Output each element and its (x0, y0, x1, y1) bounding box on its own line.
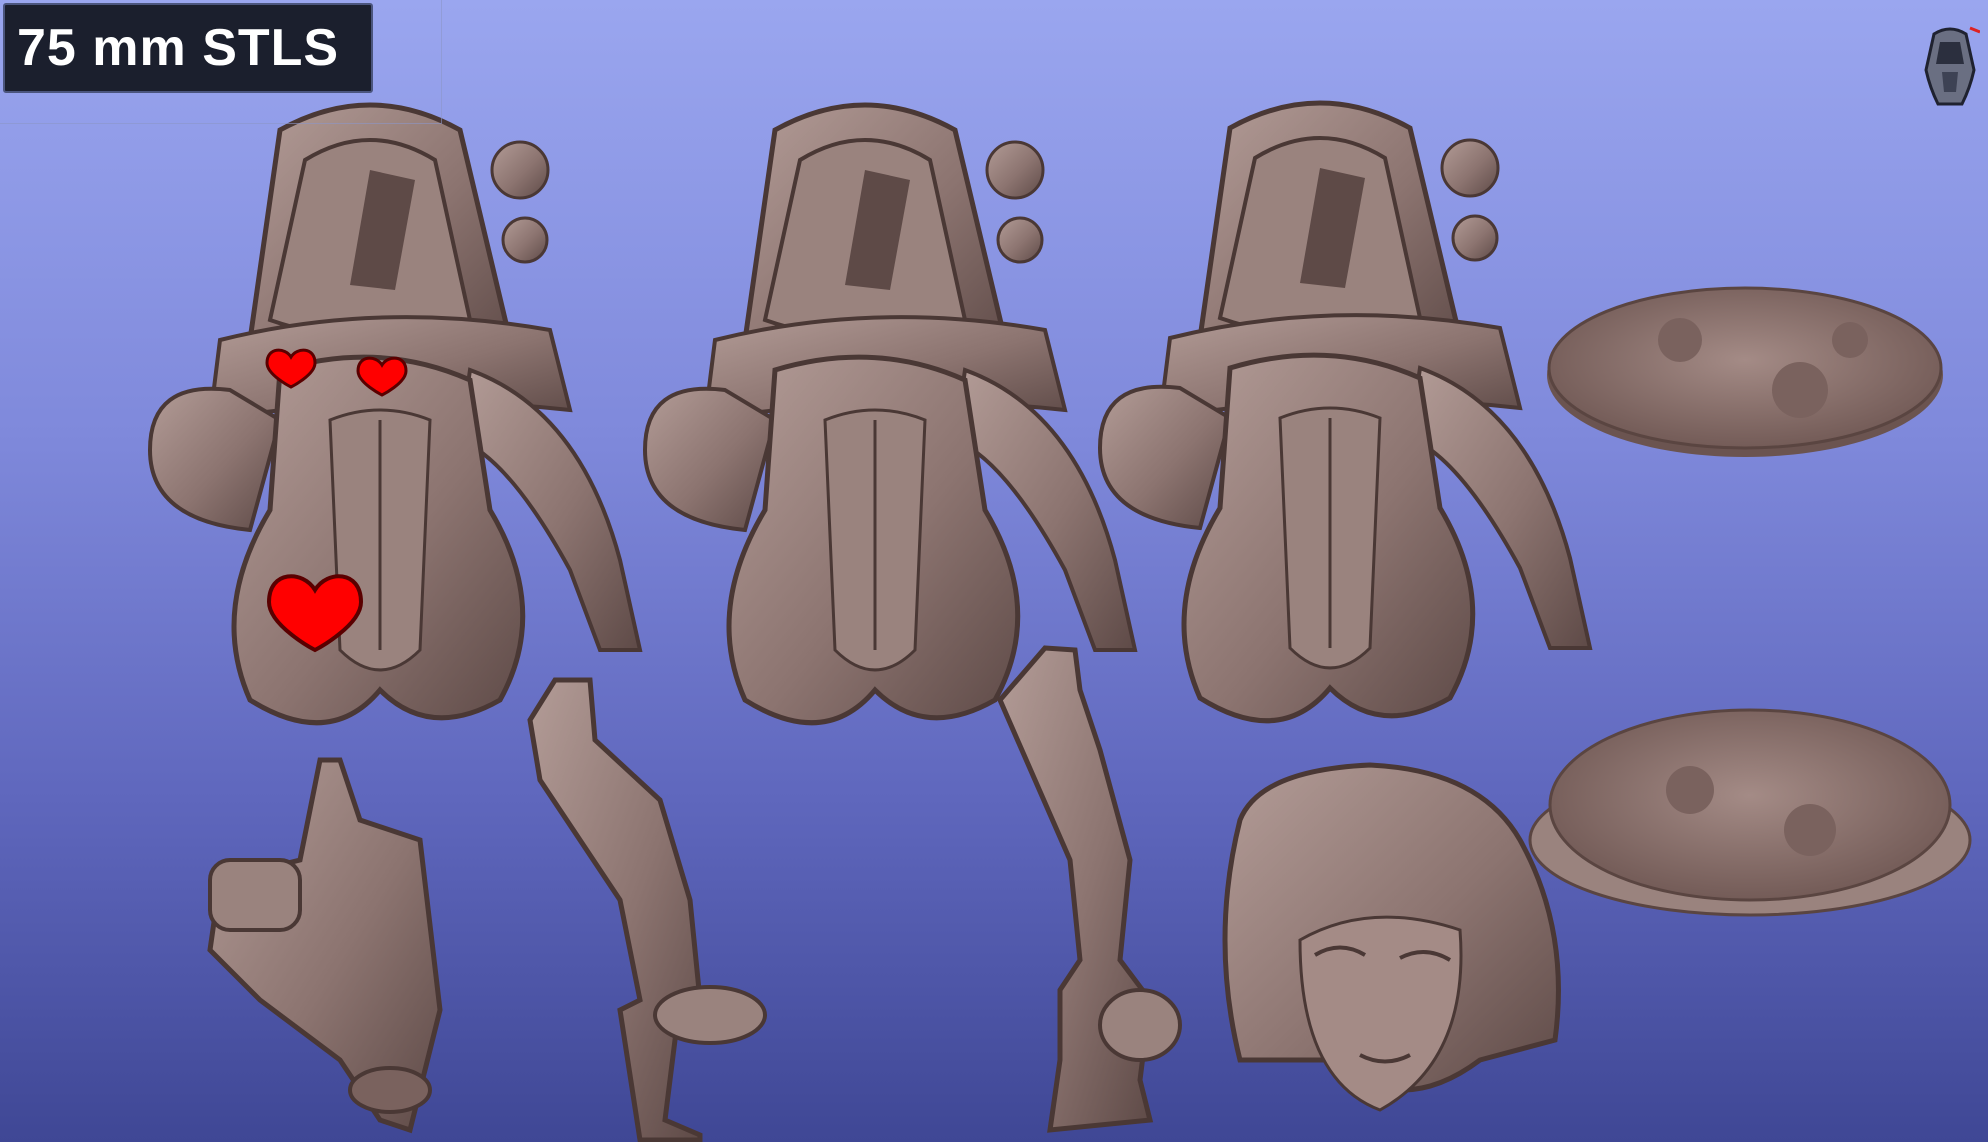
model-scene[interactable] (0, 0, 1988, 1142)
body-model-1[interactable] (150, 105, 640, 723)
head-orientation-icon[interactable] (1920, 26, 1981, 112)
title-label: 75 mm STLS (17, 19, 340, 77)
title-badge: 75 mm STLS (3, 3, 373, 93)
arm-weapon-model[interactable] (207, 757, 443, 1134)
head-model[interactable] (1222, 762, 1561, 1112)
3d-viewport[interactable]: 75 mm STLS (0, 0, 1988, 1142)
body-model-3[interactable] (1100, 103, 1590, 721)
base-model-angled[interactable] (1528, 708, 1972, 917)
base-model-top[interactable] (1547, 286, 1943, 457)
leg-model-right[interactable] (997, 645, 1182, 1133)
leg-model-left[interactable] (527, 677, 767, 1142)
body-model-2[interactable] (645, 105, 1135, 723)
